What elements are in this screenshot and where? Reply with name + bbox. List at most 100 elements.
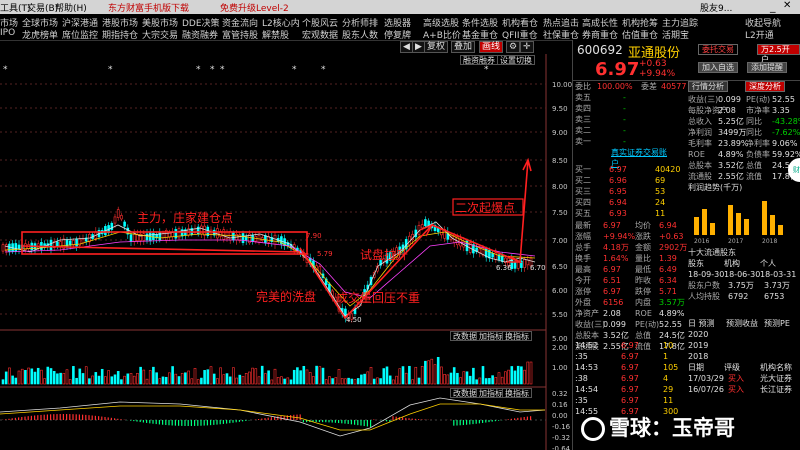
rating-org: 光大证券 (760, 374, 792, 383)
dea-line (0, 403, 545, 431)
macd-bar (168, 420, 170, 426)
volume-bar (459, 377, 462, 385)
volume-bar (296, 367, 299, 385)
quote-row: 涨停 6.97 跌停 5.71 (573, 286, 685, 297)
order-trade-button[interactable]: 委托交易 (698, 44, 738, 55)
nav2-item-16[interactable]: 估值重仓 (622, 28, 658, 40)
forward-button[interactable]: ▶ (412, 41, 425, 53)
nav2-item-14[interactable]: 社保重仓 (543, 28, 579, 40)
quote-label-2: 最低 (635, 265, 651, 274)
macd-bar (200, 420, 202, 426)
profit-bar (744, 219, 749, 235)
volume-bar (107, 370, 110, 385)
quote-value: 6.97 (603, 221, 621, 230)
macd-bar (66, 414, 68, 420)
nav2-item-15[interactable]: 券商重仓 (582, 28, 618, 40)
volume-bar (161, 376, 165, 385)
open-account-button[interactable]: 万2.5开户 (757, 44, 800, 64)
volume-bar (100, 368, 104, 385)
ratings-col: 日期 (688, 363, 704, 372)
rating-row[interactable]: 16/07/26 买入 长江证券 (688, 384, 798, 395)
bid-label: 买三 (575, 187, 591, 196)
forecast-tab[interactable]: 日 预测 (688, 318, 715, 329)
level2-upgrade-link[interactable]: 免费升级Level-2 (220, 1, 289, 14)
switch-indicator-tab[interactable]: 换指标 (502, 331, 532, 341)
tab-market-analysis[interactable]: 行情分析 (688, 81, 728, 92)
menu-tools[interactable]: 工具(T) (0, 1, 31, 14)
nav2-item-18[interactable]: L2开通 (745, 28, 774, 40)
price-change-pct: +9.94% (639, 69, 676, 79)
nav2-item-8[interactable]: 宏观数据 (302, 28, 338, 40)
holders-v1: 6792 (728, 292, 749, 301)
price-axis-label: 5.50 (552, 311, 568, 319)
nav2-item-1[interactable]: 龙虎榜单 (22, 28, 58, 40)
nav2-item-7[interactable]: 解禁股 (262, 28, 289, 40)
volume-bar (395, 375, 398, 385)
macd-bar (178, 420, 180, 426)
volume-bar (24, 370, 27, 385)
volume-bar (491, 375, 494, 385)
macd-bar (50, 414, 52, 420)
nav2-item-10[interactable]: 停复牌 (384, 28, 411, 40)
switch-indicator-tab-2[interactable]: 换指标 (502, 388, 532, 398)
volume-bar (75, 377, 78, 385)
macd-bar (213, 420, 215, 425)
rights-button[interactable]: 复权 (424, 41, 449, 53)
minimize-icon[interactable]: _ (770, 0, 776, 13)
overlay-button[interactable]: 叠加 (451, 41, 476, 53)
f10-label-2: 同比 (746, 128, 762, 137)
nav2-item-5[interactable]: 融资融券 (182, 28, 218, 40)
f10-row: 流通股 2.55亿 流值 17.8亿 (688, 171, 798, 182)
mobile-download-link[interactable]: 东方财富手机版下载 (108, 1, 189, 14)
nav2-item-9[interactable]: 股东人数 (342, 28, 378, 40)
volume-bar (462, 371, 466, 385)
menu-help[interactable]: 帮助(H) (55, 1, 87, 14)
volume-bar (414, 366, 418, 385)
nav2-item-3[interactable]: 期指持仓 (102, 28, 138, 40)
user-label[interactable]: 股友9... (700, 1, 732, 14)
f10-value-2: 3.35 (772, 106, 790, 115)
f10-label: 净利润 (688, 128, 712, 137)
nav2-item-13[interactable]: QFII重仓 (502, 28, 538, 40)
add-alert-button[interactable]: 添加提醒 (747, 62, 787, 73)
holders-label: 股东户数 (688, 281, 720, 290)
quote-label-2: 金额 (635, 243, 651, 252)
rating-row[interactable]: 17/03/29 买入 光大证券 (688, 373, 798, 384)
tick-row: 14:52 6.97 10 (573, 340, 685, 351)
volume-bar (52, 370, 56, 385)
candle-body (491, 252, 494, 258)
back-button[interactable]: ◀ (400, 41, 413, 53)
draw-line-button[interactable]: 画线 (479, 41, 504, 53)
quote-label: 总手 (575, 243, 591, 252)
nav2-item-4[interactable]: 大宗交易 (142, 28, 178, 40)
svg-text:2017: 2017 (728, 238, 743, 245)
holders-header: 股东 机构 个人 (688, 258, 798, 269)
nav2-item-6[interactable]: 富管持股 (222, 28, 258, 40)
nav2-item-0[interactable]: IPO (0, 28, 15, 38)
price-axis-label: 10.00 (552, 81, 572, 89)
add-watchlist-button[interactable]: 加入自选 (698, 62, 738, 73)
real-account-ad[interactable]: 真实证券交易账户 (611, 147, 671, 168)
nav2-item-17[interactable]: 活期宝 (662, 28, 689, 40)
nav2-item-11[interactable]: A+B比价 (423, 28, 461, 40)
tab-deep-analysis[interactable]: 深度分析 (745, 81, 785, 92)
volume-bar (497, 372, 501, 385)
macd-axis-label: 0.00 (552, 412, 568, 420)
macd-bar (75, 414, 77, 420)
close-icon[interactable]: ✕ (783, 0, 791, 11)
forecast-tab[interactable]: 预测收益 (726, 318, 758, 329)
nav2-item-2[interactable]: 席位监控 (62, 28, 98, 40)
chart-pan-button[interactable]: ✛ (520, 41, 534, 53)
tag-cur: 6.36 (496, 264, 512, 272)
nav2-item-12[interactable]: 基金重仓 (462, 28, 498, 40)
tick-price: 6.97 (621, 352, 639, 361)
settings-button[interactable]: ⚙ (506, 41, 521, 53)
menu-trade[interactable]: 交易(B) (27, 1, 58, 14)
volume-bar (1, 379, 5, 385)
volume-bar (78, 368, 82, 385)
ask-label: 卖三 (575, 115, 591, 124)
macd-bar (331, 420, 333, 423)
volume-bar (484, 378, 488, 385)
forecast-year-row: 2018 (688, 351, 798, 362)
forecast-tab[interactable]: 预测PE (764, 318, 790, 329)
